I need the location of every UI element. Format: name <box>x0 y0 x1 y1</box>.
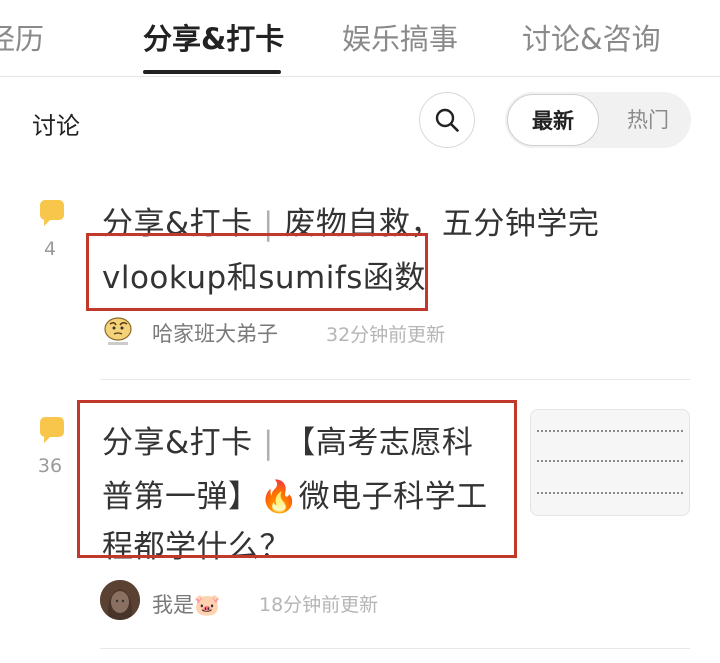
tab-discussion-consult[interactable]: 讨论&咨询 <box>522 16 661 58</box>
search-button[interactable] <box>419 92 475 148</box>
author-name[interactable]: 我是🐷 <box>152 589 220 619</box>
avatar[interactable] <box>100 313 136 349</box>
section-title: 讨论 <box>32 112 80 140</box>
comment-count: 36 <box>37 455 63 477</box>
tab-share-checkin[interactable]: 分享&打卡 <box>143 16 284 58</box>
divider <box>100 379 690 380</box>
avatar[interactable] <box>100 580 140 620</box>
category-tab-bar: 经历 分享&打卡 娱乐搞事 讨论&咨询 <box>0 0 720 77</box>
pig-icon: 🐷 <box>194 593 221 617</box>
divider <box>100 648 690 649</box>
sort-latest-button[interactable]: 最新 <box>507 94 599 146</box>
comment-count: 4 <box>43 238 57 260</box>
cartoon-avatar-icon <box>104 317 132 345</box>
user-photo-icon <box>100 580 140 620</box>
author-name[interactable]: 哈家班大弟子 <box>152 318 278 348</box>
active-tab-indicator <box>143 70 281 74</box>
comment-icon <box>40 200 64 226</box>
author-name-text: 我是 <box>152 593 194 617</box>
sort-hot-button[interactable]: 热门 <box>605 92 691 148</box>
update-time: 32分钟前更新 <box>326 324 446 346</box>
tab-entertainment[interactable]: 娱乐搞事 <box>342 16 458 58</box>
comment-icon <box>40 417 64 443</box>
highlight-box <box>77 400 517 558</box>
highlight-box <box>86 233 428 311</box>
post-thumbnail[interactable] <box>530 409 690 516</box>
update-time: 18分钟前更新 <box>259 594 379 616</box>
sort-toggle: 最新 热门 <box>505 92 691 148</box>
search-icon <box>435 108 459 132</box>
tab-experience[interactable]: 经历 <box>0 16 44 58</box>
